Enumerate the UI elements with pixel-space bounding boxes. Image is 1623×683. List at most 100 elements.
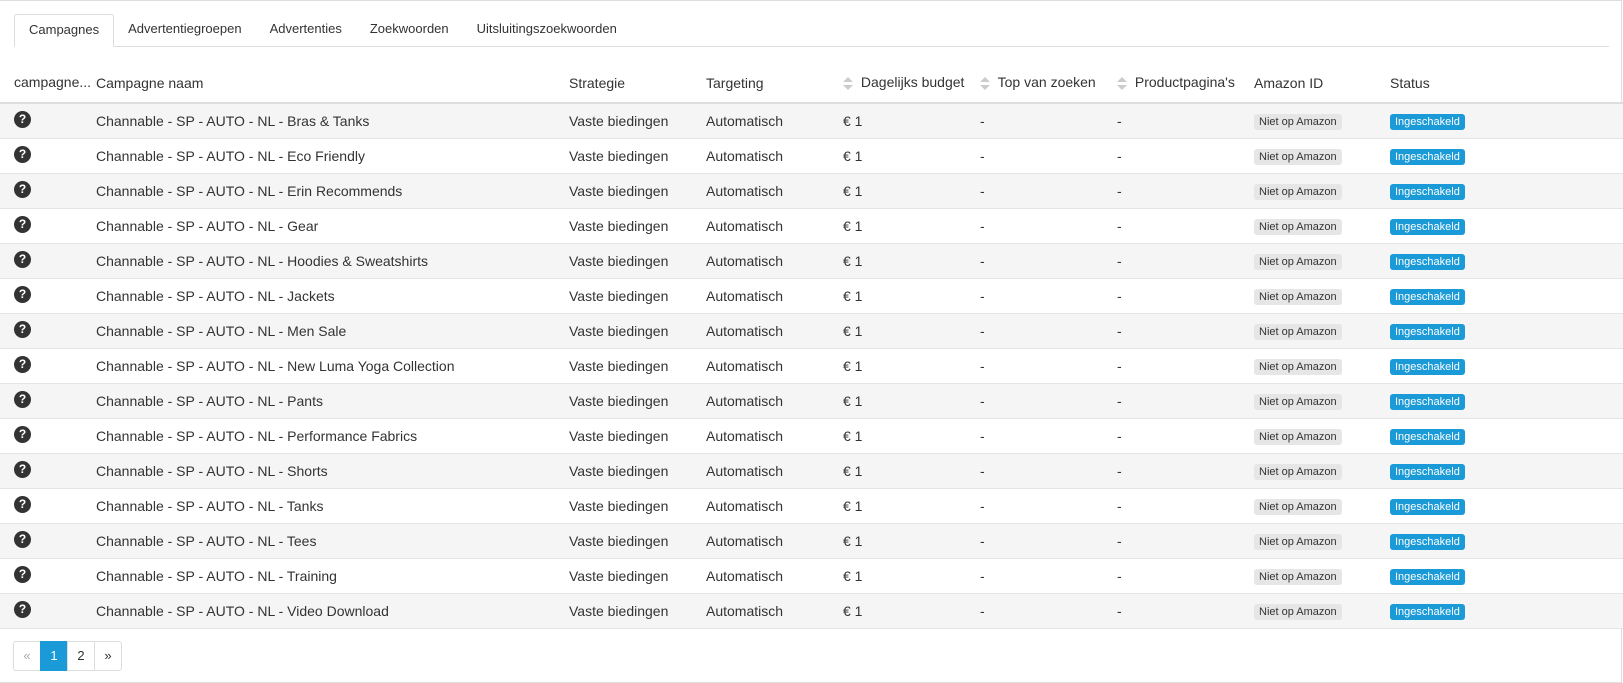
cell-campaign-name[interactable]: Channable - SP - AUTO - NL - Jackets	[96, 278, 569, 314]
table-row[interactable]: ? Channable - SP - AUTO - NL - Erin Recom…	[0, 173, 1623, 209]
cell-campaign-name[interactable]: Channable - SP - AUTO - NL - Video Downl…	[96, 593, 569, 629]
amazon-status-badge: Niet op Amazon	[1254, 254, 1342, 270]
cell-campaign-name[interactable]: Channable - SP - AUTO - NL - Training	[96, 558, 569, 594]
status-badge[interactable]: Ingeschakeld	[1390, 219, 1465, 235]
column-header-label: Targeting	[706, 75, 764, 91]
table-row[interactable]: ? Channable - SP - AUTO - NL - Training Va…	[0, 558, 1623, 594]
cell-amazon: Niet op Amazon	[1254, 593, 1390, 629]
sort-icon[interactable]	[94, 76, 96, 92]
status-badge[interactable]: Ingeschakeld	[1390, 254, 1465, 270]
cell-product: -	[1117, 278, 1254, 314]
amazon-status-badge: Niet op Amazon	[1254, 604, 1342, 620]
cell-campaign-name[interactable]: Channable - SP - AUTO - NL - Pants	[96, 383, 569, 419]
cell-type: ?	[0, 278, 96, 314]
cell-status: Ingeschakeld	[1390, 208, 1623, 244]
sort-icon[interactable]	[843, 76, 853, 92]
cell-targeting: Automatisch	[706, 523, 843, 559]
cell-campaign-name[interactable]: Channable - SP - AUTO - NL - Bras & Tank…	[96, 103, 569, 139]
cell-campaign-name[interactable]: Channable - SP - AUTO - NL - Men Sale	[96, 313, 569, 349]
amazon-status-badge: Niet op Amazon	[1254, 149, 1342, 165]
status-badge[interactable]: Ingeschakeld	[1390, 569, 1465, 585]
cell-campaign-name[interactable]: Channable - SP - AUTO - NL - Performance…	[96, 418, 569, 454]
column-header-label: campagne...	[14, 74, 92, 91]
table-row[interactable]: ? Channable - SP - AUTO - NL - Eco Friend…	[0, 138, 1623, 174]
cell-campaign-name[interactable]: Channable - SP - AUTO - NL - New Luma Yo…	[96, 348, 569, 384]
column-header-type[interactable]: campagne...	[0, 64, 96, 104]
column-header-top[interactable]: Top van zoeken	[980, 64, 1117, 104]
column-header-name[interactable]: Campagne naam	[96, 64, 569, 104]
cell-product: -	[1117, 313, 1254, 349]
cell-campaign-name[interactable]: Channable - SP - AUTO - NL - Hoodies & S…	[96, 243, 569, 279]
tab-advertentiegroepen[interactable]: Advertentiegroepen	[114, 14, 255, 46]
cell-campaign-name[interactable]: Channable - SP - AUTO - NL - Eco Friendl…	[96, 138, 569, 174]
cell-product: -	[1117, 418, 1254, 454]
cell-product: -	[1117, 453, 1254, 489]
cell-campaign-name[interactable]: Channable - SP - AUTO - NL - Erin Recomm…	[96, 173, 569, 209]
status-badge[interactable]: Ingeschakeld	[1390, 429, 1465, 445]
question-icon: ?	[14, 530, 31, 548]
table-row[interactable]: ? Channable - SP - AUTO - NL - New Luma Y…	[0, 348, 1623, 384]
sort-icon[interactable]	[980, 76, 990, 92]
table-row[interactable]: ? Channable - SP - AUTO - NL - Bras & Tan…	[0, 103, 1623, 139]
campaign-table: campagne... Campagne naam Strategie Targ…	[0, 64, 1623, 629]
status-badge[interactable]: Ingeschakeld	[1390, 464, 1465, 480]
table-row[interactable]: ? Channable - SP - AUTO - NL - Jackets Vas…	[0, 278, 1623, 314]
cell-targeting: Automatisch	[706, 488, 843, 524]
table-row[interactable]: ? Channable - SP - AUTO - NL - Hoodies & …	[0, 243, 1623, 279]
status-badge[interactable]: Ingeschakeld	[1390, 114, 1465, 130]
status-badge[interactable]: Ingeschakeld	[1390, 359, 1465, 375]
cell-targeting: Automatisch	[706, 243, 843, 279]
table-row[interactable]: ? Channable - SP - AUTO - NL - Tees Vaste …	[0, 523, 1623, 559]
cell-status: Ingeschakeld	[1390, 593, 1623, 629]
table-row[interactable]: ? Channable - SP - AUTO - NL - Performanc…	[0, 418, 1623, 454]
table-row[interactable]: ? Channable - SP - AUTO - NL - Men Sale Va…	[0, 313, 1623, 349]
cell-targeting: Automatisch	[706, 558, 843, 594]
pagination-page-1[interactable]: 1	[40, 641, 68, 671]
tab-advertenties[interactable]: Advertenties	[256, 14, 356, 46]
column-header-product[interactable]: Productpagina's	[1117, 64, 1254, 104]
column-header-label: Dagelijks budget	[860, 74, 965, 91]
tab-campagnes[interactable]: Campagnes	[14, 14, 115, 47]
table-row[interactable]: ? Channable - SP - AUTO - NL - Gear Vaste …	[0, 208, 1623, 244]
cell-type: ?	[0, 488, 96, 524]
column-header-budget[interactable]: Dagelijks budget	[843, 64, 980, 104]
cell-product: -	[1117, 558, 1254, 594]
cell-campaign-name[interactable]: Channable - SP - AUTO - NL - Gear	[96, 208, 569, 244]
cell-strategy: Vaste biedingen	[569, 208, 706, 244]
question-icon: ?	[14, 495, 31, 513]
cell-product: -	[1117, 383, 1254, 419]
status-badge[interactable]: Ingeschakeld	[1390, 499, 1465, 515]
status-badge[interactable]: Ingeschakeld	[1390, 149, 1465, 165]
pagination-page-2[interactable]: 2	[67, 641, 95, 671]
table-row[interactable]: ? Channable - SP - AUTO - NL - Tanks Vaste…	[0, 488, 1623, 524]
table-row[interactable]: ? Channable - SP - AUTO - NL - Pants Vaste…	[0, 383, 1623, 419]
status-badge[interactable]: Ingeschakeld	[1390, 534, 1465, 550]
status-badge[interactable]: Ingeschakeld	[1390, 604, 1465, 620]
amazon-status-badge: Niet op Amazon	[1254, 534, 1342, 550]
cell-budget: € 1	[843, 313, 980, 349]
status-badge[interactable]: Ingeschakeld	[1390, 289, 1465, 305]
pagination-next-button[interactable]: »	[94, 641, 122, 671]
cell-campaign-name[interactable]: Channable - SP - AUTO - NL - Shorts	[96, 453, 569, 489]
status-badge[interactable]: Ingeschakeld	[1390, 324, 1465, 340]
table-row[interactable]: ? Channable - SP - AUTO - NL - Shorts Vast…	[0, 453, 1623, 489]
cell-campaign-name[interactable]: Channable - SP - AUTO - NL - Tees	[96, 523, 569, 559]
cell-amazon: Niet op Amazon	[1254, 103, 1390, 139]
question-icon: ?	[14, 460, 31, 478]
cell-amazon: Niet op Amazon	[1254, 208, 1390, 244]
status-badge[interactable]: Ingeschakeld	[1390, 394, 1465, 410]
pagination-prev-button[interactable]: «	[13, 641, 41, 671]
tab-zoekwoorden[interactable]: Zoekwoorden	[356, 14, 463, 46]
status-badge[interactable]: Ingeschakeld	[1390, 184, 1465, 200]
column-header-label: Strategie	[569, 75, 626, 91]
cell-amazon: Niet op Amazon	[1254, 138, 1390, 174]
tab-uitsluitingszoekwoorden[interactable]: Uitsluitingszoekwoorden	[463, 14, 631, 46]
cell-top: -	[980, 208, 1117, 244]
cell-strategy: Vaste biedingen	[569, 453, 706, 489]
cell-campaign-name[interactable]: Channable - SP - AUTO - NL - Tanks	[96, 488, 569, 524]
amazon-status-badge: Niet op Amazon	[1254, 114, 1342, 130]
cell-type: ?	[0, 383, 96, 419]
table-row[interactable]: ? Channable - SP - AUTO - NL - Video Down…	[0, 593, 1623, 629]
sort-icon[interactable]	[1117, 76, 1127, 92]
cell-budget: € 1	[843, 453, 980, 489]
